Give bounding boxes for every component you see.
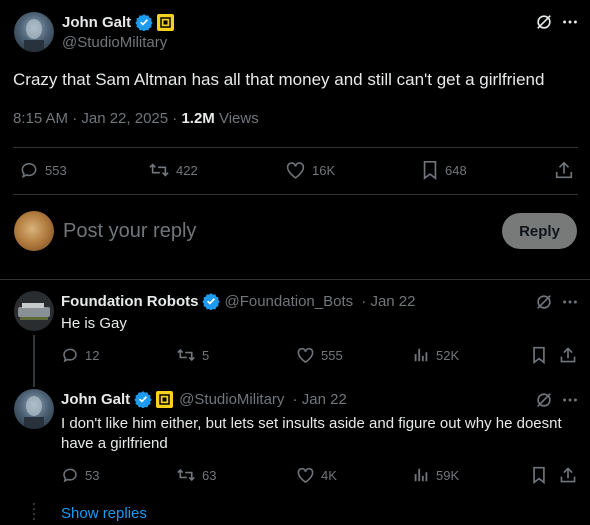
views-label: Views (214, 110, 259, 127)
more-options-icon[interactable] (560, 390, 580, 410)
heart-icon (296, 466, 315, 484)
verified-badge-icon (135, 13, 153, 31)
reply-actions: 53 63 4K 59K (61, 466, 581, 486)
grok-icon[interactable] (534, 12, 554, 32)
verified-badge-icon (134, 390, 152, 408)
share-icon (559, 466, 577, 484)
analytics-icon (412, 346, 430, 364)
bookmark-button[interactable] (531, 346, 547, 364)
reply-text: I don't like him either, but lets set in… (61, 415, 562, 452)
verified-badge-icon (202, 292, 221, 310)
thread-connector (33, 335, 35, 387)
reply-author-handle[interactable]: @StudioMilitary (179, 391, 284, 408)
reply-button[interactable]: 53 (61, 466, 99, 484)
views-count: 1.2M (181, 110, 215, 127)
more-options-icon[interactable] (560, 12, 580, 32)
reply-button[interactable]: 553 (19, 160, 67, 180)
reply-author-name[interactable]: John Galt (61, 391, 130, 408)
retweet-count: 63 (202, 467, 217, 483)
like-count: 4K (321, 467, 337, 483)
grok-icon[interactable] (534, 390, 554, 410)
analytics-icon (412, 466, 430, 484)
tweet-text: Crazy that Sam Altman has all that money… (13, 70, 545, 89)
views-count: 59K (436, 467, 460, 483)
retweet-button[interactable]: 63 (176, 466, 216, 484)
current-user-avatar[interactable] (14, 211, 54, 251)
thread-dots (33, 503, 35, 523)
grok-icon[interactable] (534, 292, 554, 312)
tweet-actions: 553 422 16K 648 (13, 160, 578, 184)
reply-button[interactable]: 12 (61, 346, 99, 364)
reply-count: 12 (85, 347, 100, 363)
bookmark-button[interactable] (531, 466, 547, 484)
heart-icon (296, 346, 315, 364)
share-button[interactable] (559, 466, 577, 484)
affiliate-badge-icon (156, 390, 174, 408)
reply-input[interactable]: Post your reply (63, 220, 196, 243)
retweet-icon (176, 346, 196, 364)
show-replies-link[interactable]: Show replies (61, 505, 147, 522)
author-avatar[interactable] (14, 12, 54, 52)
reply-icon (19, 160, 39, 180)
reply-submit-button[interactable]: Reply (502, 213, 577, 249)
like-button[interactable]: 555 (296, 346, 343, 364)
author-handle[interactable]: @StudioMilitary (62, 34, 167, 51)
bookmark-icon (531, 466, 547, 484)
like-count: 16K (312, 162, 336, 178)
views-button[interactable]: 52K (412, 346, 459, 364)
like-button[interactable]: 16K (285, 160, 335, 180)
share-button[interactable] (559, 346, 577, 364)
bookmark-count: 648 (445, 162, 467, 178)
reply-date[interactable]: · Jan 22 (288, 391, 347, 408)
reply-count: 53 (85, 467, 100, 483)
retweet-button[interactable]: 5 (176, 346, 209, 364)
more-options-icon[interactable] (560, 292, 580, 312)
reply-author-handle[interactable]: @Foundation_Bots (224, 293, 353, 310)
retweet-button[interactable]: 422 (148, 160, 198, 180)
reply-author-name[interactable]: Foundation Robots (61, 293, 198, 310)
affiliate-badge-icon (157, 13, 175, 31)
retweet-count: 5 (202, 347, 210, 363)
reply-date[interactable]: · Jan 22 (357, 293, 415, 310)
reply-count: 553 (45, 162, 67, 178)
like-button[interactable]: 4K (296, 466, 337, 484)
share-icon (554, 160, 574, 180)
retweet-count: 422 (176, 162, 198, 178)
retweet-icon (148, 160, 170, 180)
reply-icon (61, 346, 79, 364)
heart-icon (285, 160, 306, 180)
share-button[interactable] (554, 160, 574, 180)
reply-text: He is Gay (61, 315, 127, 332)
bookmark-icon (421, 160, 439, 180)
reply-avatar[interactable] (14, 389, 54, 429)
reply-actions: 12 5 555 52K (61, 346, 581, 366)
bookmark-icon (531, 346, 547, 364)
tweet-timestamp[interactable]: 8:15 AM · Jan 22, 2025 · (13, 110, 181, 127)
retweet-icon (176, 466, 196, 484)
bookmark-button[interactable]: 648 (421, 160, 467, 180)
reply-icon (61, 466, 79, 484)
share-icon (559, 346, 577, 364)
author-name[interactable]: John Galt (62, 14, 131, 31)
like-count: 555 (321, 347, 343, 363)
reply-avatar[interactable] (14, 291, 54, 331)
views-count: 52K (436, 347, 460, 363)
views-button[interactable]: 59K (412, 466, 459, 484)
